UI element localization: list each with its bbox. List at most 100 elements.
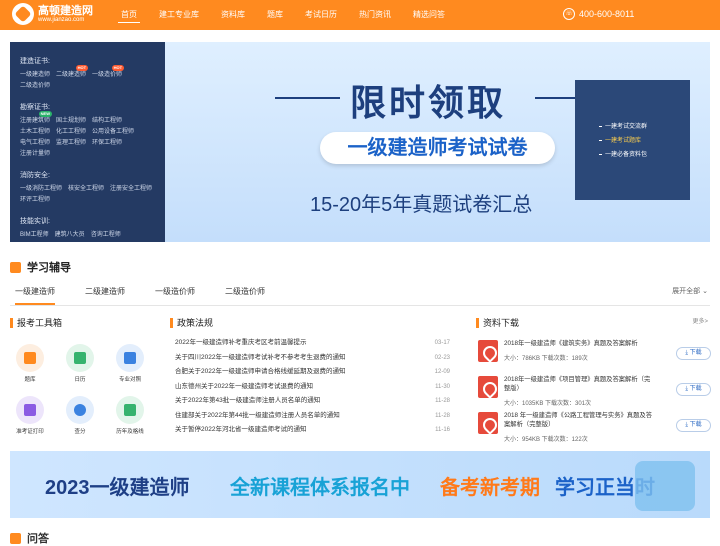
tab-exam[interactable]: 二级造价师	[225, 286, 265, 305]
download-name[interactable]: 2018年一级建造师《建筑实务》真题及答案解析	[504, 339, 654, 348]
download-name[interactable]: 2018 年一级建造师《公路工程管理与实务》真题及答案解析（完整版）	[504, 411, 654, 429]
tool-major[interactable]: 专业对照	[110, 344, 150, 383]
sidebar-link[interactable]: 核安全工程师	[68, 184, 104, 195]
study-section: 学习辅导 一级建造师 二级建造师 一级造价师 二级造价师 展开全部 ⌄	[10, 259, 710, 306]
qa-heading: 问答	[10, 530, 49, 546]
panel-link[interactable]: 一建考试交流群	[599, 120, 690, 134]
nav-materials[interactable]: 资料库	[210, 0, 256, 30]
sidebar-link[interactable]: 一级建造师	[20, 70, 50, 81]
sidebar-link[interactable]: 化工工程师	[56, 127, 86, 138]
expand-all-link[interactable]: 展开全部 ⌄	[672, 286, 708, 296]
phone-contact[interactable]: ☏ 400-600-8011	[563, 8, 634, 20]
site-logo[interactable]: 高顿建造网 www.jianzao.com	[12, 3, 93, 25]
brand-domain: www.jianzao.com	[38, 16, 85, 23]
sidebar-link[interactable]: 公用设备工程师	[92, 127, 134, 138]
list-item[interactable]: 关于2022年第43批一级建造师注册人员名单的通知 11-28	[175, 394, 450, 409]
hero-banner[interactable]: 限时领取 一级建造师考试试卷 15-20年5年真题试卷汇总 一建考试交流群 一建…	[165, 42, 710, 242]
nav-news[interactable]: 热门资讯	[348, 0, 402, 30]
document-icon	[124, 352, 136, 364]
pdf-icon	[478, 412, 498, 434]
sidebar-link[interactable]: 注册安全工程师	[110, 184, 152, 195]
download-item: 2018年一级建造师《建筑实务》真题及答案解析 大小：786KB 下载次数：18…	[476, 336, 711, 372]
download-button[interactable]: ⤓ 下载	[676, 347, 711, 360]
sidebar-link[interactable]: 环评工程师	[20, 195, 50, 206]
qa-icon	[10, 532, 21, 544]
tool-questions[interactable]: 题库	[10, 344, 50, 383]
heading-bar	[10, 317, 13, 328]
ad-text: 全新课程体系报名中	[230, 477, 410, 499]
download-icon: ⤓	[685, 422, 688, 428]
sidebar-link[interactable]: 二级建造师 HOT	[56, 65, 89, 81]
id-card-icon	[24, 404, 36, 416]
list-item[interactable]: 山东德州关于2022年一级建造师考试退费的通知 11-30	[175, 380, 450, 395]
sidebar-link[interactable]: 一级消防工程师	[20, 184, 62, 195]
list-item[interactable]: 住建部关于2022年第44批一级建造师注册人员名单的通知 11-28	[175, 409, 450, 424]
nav-qa[interactable]: 精选问答	[402, 0, 456, 30]
book-icon	[10, 261, 21, 273]
downloads-heading: 资料下载	[476, 316, 519, 329]
new-badge: NEW	[38, 111, 53, 117]
top-navbar: 高顿建造网 www.jianzao.com 首页 建工专业库 资料库 题库 考试…	[0, 0, 720, 30]
tools-title: 报考工具箱	[17, 318, 63, 328]
tool-score[interactable]: 查分	[60, 396, 100, 435]
logo-icon	[12, 3, 34, 25]
nav-questions[interactable]: 题库	[256, 0, 294, 30]
pdf-icon	[478, 340, 498, 362]
banner-subtitle: 15-20年5年真题试卷汇总	[310, 194, 533, 216]
panel-link[interactable]: 一建考试题库	[599, 134, 690, 148]
tool-calendar[interactable]: 日历	[60, 344, 100, 383]
calendar-icon	[74, 352, 86, 364]
phone-icon: ☏	[563, 8, 575, 20]
phone-number: 400-600-8011	[579, 9, 635, 19]
more-link[interactable]: 更多>	[692, 316, 708, 325]
sidebar-link[interactable]: 咨询工程师	[91, 230, 121, 241]
ad-illustration	[635, 461, 695, 511]
sidebar-link[interactable]: 二级造价师	[20, 81, 50, 92]
sidebar-link[interactable]: 建筑八大员	[55, 230, 85, 241]
qa-title: 问答	[27, 533, 49, 545]
chevron-down-icon: ⌄	[702, 288, 708, 295]
tab-exam[interactable]: 二级建造师	[85, 286, 125, 305]
hot-badge: HOT	[111, 65, 125, 71]
sidebar-link[interactable]: 国土规划师	[56, 116, 86, 127]
sidebar-link[interactable]: 监理工程师	[56, 138, 86, 149]
sidebar-link[interactable]: 电气工程师	[20, 138, 50, 149]
policy-list: 2022年一级建造师补考重庆考区考前温馨提示 03-17 关于四川2022年一级建…	[175, 336, 450, 438]
list-item[interactable]: 关于四川2022年一级建造师考试补考不参考考生退费的通知 02-23	[175, 351, 450, 366]
download-name[interactable]: 2018年一级建造师《项目管理》真题及答案解析（完整版）	[504, 375, 654, 393]
sidebar-link[interactable]: 环保工程师	[92, 138, 122, 149]
heading-bar	[476, 317, 479, 328]
download-icon: ⤓	[685, 386, 688, 392]
sidebar-link[interactable]: 结构工程师	[92, 116, 122, 127]
sidebar-link[interactable]: 土木工程师	[20, 127, 50, 138]
downloads-title: 资料下载	[483, 318, 520, 328]
list-item[interactable]: 合肥关于2022年一级建造师申请合格线缓延期及退费的通知 12-09	[175, 365, 450, 380]
tool-label: 历年及格线	[116, 429, 144, 435]
brand-name: 高顿建造网	[38, 4, 93, 17]
list-item[interactable]: 2022年一级建造师补考重庆考区考前温馨提示 03-17	[175, 336, 450, 351]
nav-home[interactable]: 首页	[110, 0, 148, 30]
tool-label: 题库	[24, 377, 36, 383]
sidebar-link[interactable]: 一级造价师 HOT	[92, 65, 125, 81]
download-button[interactable]: ⤓ 下载	[676, 383, 711, 396]
download-item: 2018 年一级建造师《公路工程管理与实务》真题及答案解析（完整版） 大小：95…	[476, 408, 711, 444]
course-ad-banner[interactable]: 2023一级建造师 全新课程体系报名中 备考新考期 学习正当时	[10, 451, 710, 518]
tab-exam[interactable]: 一级建造师	[15, 286, 55, 305]
nav-calendar[interactable]: 考试日历	[294, 0, 348, 30]
tool-passline[interactable]: 历年及格线	[110, 396, 150, 435]
sidebar-link[interactable]: 注册建筑师 NEW	[20, 111, 53, 127]
tool-ticket[interactable]: 准考证打印	[10, 396, 50, 435]
ad-text: 2023一级建造师	[45, 477, 190, 499]
search-icon	[74, 404, 86, 416]
download-button[interactable]: ⤓ 下载	[676, 419, 711, 432]
list-item[interactable]: 关于暂停2022年河北省一级建造师考试的通知 11-16	[175, 423, 450, 438]
sidebar-group-title: 消防安全:	[20, 172, 50, 179]
downloads-list: 2018年一级建造师《建筑实务》真题及答案解析 大小：786KB 下载次数：18…	[476, 336, 711, 444]
heading-bar	[170, 317, 173, 328]
panel-link[interactable]: 一建必备资料包	[599, 148, 690, 162]
sidebar-link[interactable]: 注册计量师	[20, 149, 50, 160]
tab-exam[interactable]: 一级造价师	[155, 286, 195, 305]
nav-library[interactable]: 建工专业库	[148, 0, 210, 30]
sidebar-link[interactable]: BIM工程师	[20, 230, 49, 241]
policy-heading: 政策法规	[170, 316, 213, 329]
